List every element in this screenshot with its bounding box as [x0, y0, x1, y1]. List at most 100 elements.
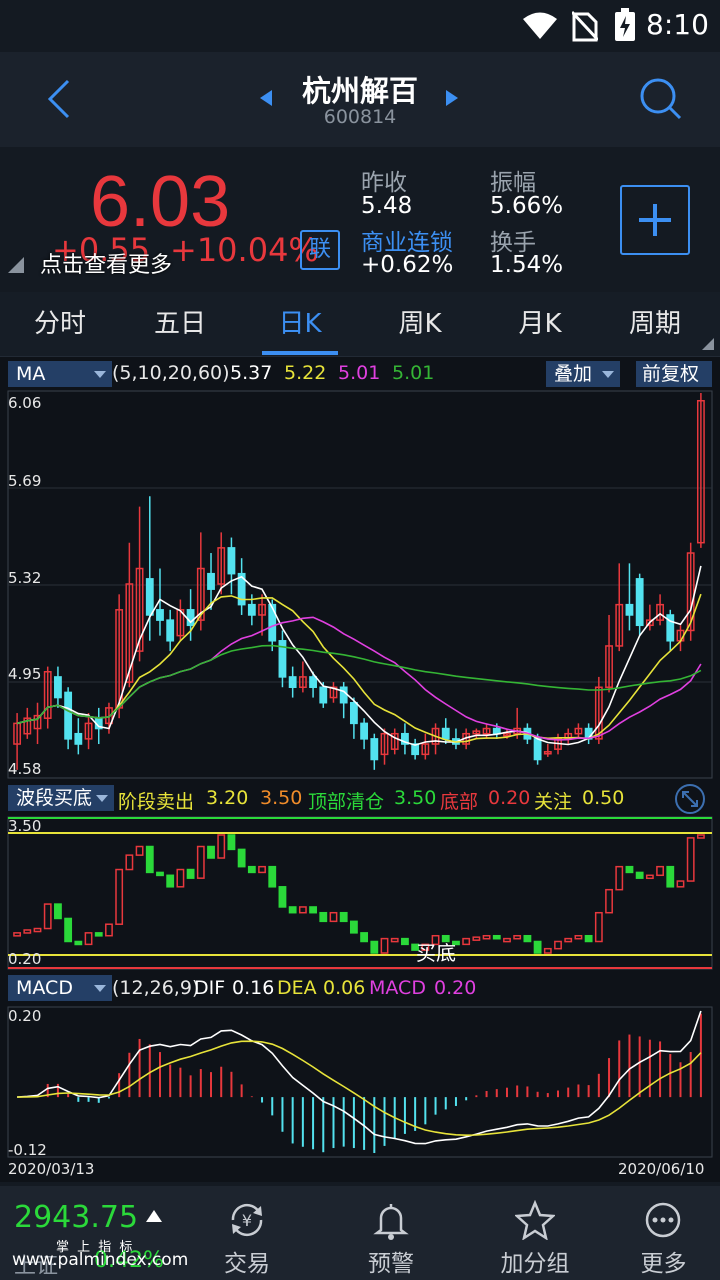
more-icon — [645, 1202, 681, 1238]
band-bar — [564, 937, 573, 943]
candle-body — [227, 547, 236, 575]
band-bar — [574, 934, 583, 940]
buy-bottom-annotation: 买底 — [416, 941, 456, 965]
band-bar — [74, 940, 83, 946]
band-bar — [125, 854, 134, 871]
band-bar — [503, 937, 511, 943]
candle-body — [64, 691, 73, 740]
tab-daily-k[interactable]: 日K — [240, 292, 360, 356]
date-start: 2020/03/13 — [8, 1160, 95, 1178]
stock-code: 600814 — [323, 106, 397, 128]
price-axis-4: 4.95 — [8, 665, 42, 683]
band-bar — [278, 886, 287, 908]
candle-body — [54, 676, 62, 699]
band-bar — [533, 940, 542, 954]
band-bar — [84, 932, 93, 946]
status-bar: 8:10 — [0, 0, 720, 52]
band-bar — [43, 903, 52, 930]
bottom-navigation: 2943.75 上证 0.42% 掌 上 指 标 www.palmindex.c… — [0, 1186, 720, 1280]
status-time: 8:10 — [646, 8, 709, 41]
band-bar — [605, 888, 613, 914]
nav-add-group[interactable]: 加分组 — [463, 1186, 607, 1280]
corner-triangle-icon — [8, 257, 24, 273]
candlestick-series — [13, 393, 705, 770]
prev-stock-icon[interactable] — [258, 88, 274, 108]
band-bar — [339, 911, 348, 923]
chart-area[interactable]: MA (5,10,20,60) 5.37 5.22 5.01 5.01 叠加 前… — [0, 357, 720, 1182]
band-bar — [615, 865, 624, 891]
nav-add-group-label: 加分组 — [500, 1251, 570, 1277]
candle-body — [349, 701, 358, 725]
nav-more-label: 更多 — [640, 1251, 687, 1277]
candle-body — [370, 738, 379, 761]
band-bar — [145, 845, 154, 874]
band-bar — [13, 932, 22, 937]
band-bar — [666, 865, 675, 888]
band-axis-top: 3.50 — [8, 817, 42, 835]
kline-chart[interactable] — [0, 357, 720, 1182]
tab-intraday[interactable]: 分时 — [0, 292, 120, 356]
nav-trade[interactable]: ¥ 交易 — [175, 1186, 319, 1280]
band-bar — [268, 865, 277, 888]
tap-hint[interactable]: 点击查看更多 — [40, 247, 172, 279]
price-change-pct: +10.04% — [170, 231, 319, 269]
index-ticker[interactable]: 2943.75 上证 0.42% 掌 上 指 标 www.palmindex.c… — [0, 1186, 190, 1280]
nav-alert[interactable]: 预警 — [319, 1186, 463, 1280]
band-bar — [625, 865, 634, 874]
candle-body — [635, 578, 644, 627]
band-bar — [472, 936, 481, 941]
amplitude-label: 振幅 — [490, 170, 536, 196]
date-end: 2020/06/10 — [618, 1160, 705, 1178]
candle-body — [360, 722, 369, 740]
nav-more[interactable]: 更多 — [607, 1186, 720, 1280]
nav-trade-label: 交易 — [224, 1251, 270, 1277]
tab-monthly-k[interactable]: 月K — [480, 292, 600, 356]
chart-grid — [7, 390, 713, 1158]
band-bar — [227, 834, 236, 851]
nav-alert-label: 预警 — [368, 1251, 414, 1277]
quote-panel[interactable]: 6.03 +0.55 +10.04% 联 点击查看更多 昨收 5.48 商业连锁… — [0, 147, 720, 292]
sector-change: +0.62% — [361, 252, 454, 278]
candle-body — [207, 572, 215, 590]
band-bar — [594, 911, 603, 943]
band-indicator-series — [13, 834, 705, 954]
band-bar — [543, 947, 552, 954]
period-tabs: 分时 五日 日K 周K 月K 周期 — [0, 292, 720, 357]
back-chevron-icon[interactable] — [46, 78, 72, 120]
band-bar — [390, 937, 399, 943]
band-axis-bottom: 0.20 — [8, 950, 42, 968]
next-stock-icon[interactable] — [444, 88, 460, 108]
stock-header: 杭州解百 600814 — [0, 52, 720, 147]
link-badge[interactable]: 联 — [300, 230, 340, 270]
band-bar — [217, 834, 226, 859]
macd-axis-bottom: -0.12 — [8, 1141, 47, 1159]
band-bar — [360, 932, 369, 943]
candle-body — [166, 619, 175, 642]
trade-icon: ¥ — [231, 1203, 263, 1237]
band-bar — [523, 934, 532, 943]
bell-icon — [373, 1204, 409, 1240]
band-bar — [686, 837, 695, 882]
band-bar — [635, 871, 644, 879]
expand-up-icon — [146, 1210, 162, 1222]
band-bar — [329, 911, 338, 923]
candle-body — [268, 603, 277, 642]
candle-body — [492, 727, 501, 735]
band-bar — [288, 906, 297, 914]
candle-body — [247, 603, 256, 616]
tab-five-day[interactable]: 五日 — [120, 292, 240, 356]
band-bar — [237, 848, 246, 868]
search-icon[interactable] — [638, 76, 682, 120]
tab-weekly-k[interactable]: 周K — [360, 292, 480, 356]
band-bar — [176, 868, 185, 888]
candle-body — [339, 686, 348, 704]
stock-name: 杭州解百 — [301, 74, 418, 108]
band-bar — [482, 934, 491, 940]
price-axis-3: 5.32 — [8, 569, 42, 587]
add-watchlist-button[interactable] — [620, 185, 690, 255]
active-tab-indicator — [262, 351, 338, 355]
band-bar — [696, 834, 705, 839]
band-bar — [584, 934, 593, 943]
band-bar — [196, 845, 205, 879]
tab-period[interactable]: 周期 — [600, 292, 710, 356]
